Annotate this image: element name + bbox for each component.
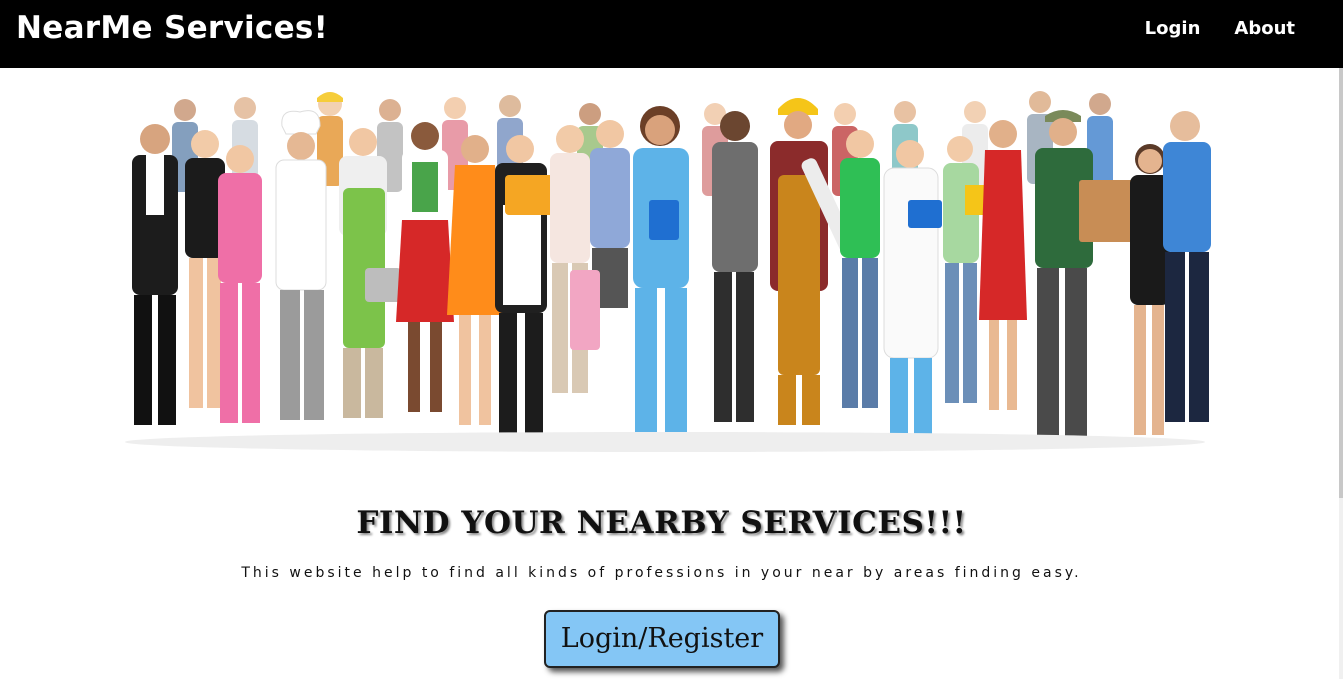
scrollbar-thumb[interactable]: [1339, 68, 1343, 498]
hero-tagline: This website help to find all kinds of p…: [241, 565, 1082, 581]
hero-headline: FIND YOUR NEARBY SERVICES!!!: [356, 504, 967, 541]
nav-links: Login About: [1145, 18, 1295, 39]
hero-professionals-image: [100, 80, 1230, 460]
top-navbar: NearMe Services! Login About: [0, 0, 1343, 68]
brand-logo-text[interactable]: NearMe Services!: [16, 10, 328, 46]
nav-login-link[interactable]: Login: [1145, 18, 1201, 39]
page-scrollbar[interactable]: [1339, 68, 1343, 679]
nav-about-link[interactable]: About: [1234, 18, 1295, 39]
professionals-illustration: [125, 91, 1211, 452]
login-register-button[interactable]: Login/Register: [544, 610, 780, 668]
